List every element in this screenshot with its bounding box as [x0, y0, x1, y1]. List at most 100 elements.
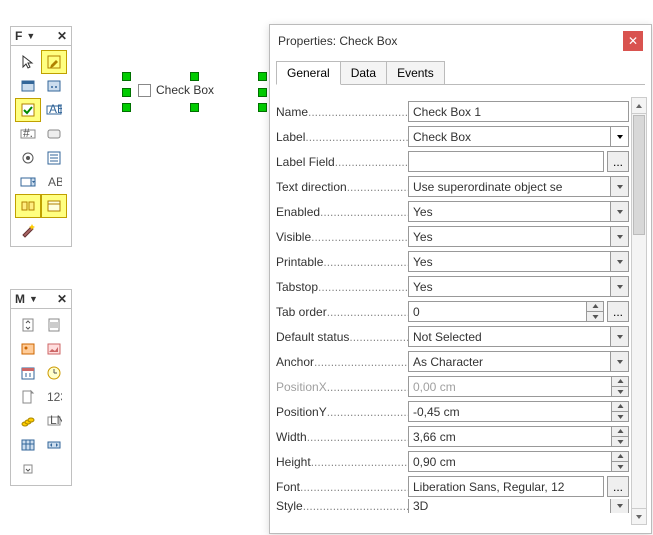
dialog-title: Properties: Check Box [278, 34, 397, 48]
dialog-titlebar[interactable]: Properties: Check Box ✕ [270, 25, 651, 57]
property-select[interactable]: Yes [408, 226, 629, 247]
property-select[interactable]: Yes [408, 276, 629, 297]
resize-handle[interactable] [258, 72, 267, 81]
resize-handle[interactable] [190, 72, 199, 81]
checkbox-box[interactable] [138, 84, 151, 97]
tab-data[interactable]: Data [340, 61, 387, 85]
ellipsis-button[interactable]: ... [607, 151, 629, 172]
more-tool[interactable] [41, 194, 67, 218]
listbox-tool[interactable] [41, 146, 67, 170]
spin-up-icon[interactable] [586, 301, 604, 311]
currency-tool[interactable] [15, 409, 41, 433]
imagebutton-tool[interactable] [15, 337, 41, 361]
extra-tool[interactable] [15, 457, 41, 481]
spin-up-icon[interactable] [611, 376, 629, 386]
spin-down-icon[interactable] [611, 386, 629, 397]
design-mode-tool[interactable] [41, 50, 67, 74]
wizard-tool[interactable] [15, 218, 41, 242]
dropdown-arrow-icon[interactable] [610, 277, 628, 296]
property-select[interactable]: 3D [408, 499, 629, 513]
spin-up-icon[interactable] [611, 401, 629, 411]
dropdown-arrow-icon[interactable] [610, 177, 628, 196]
ellipsis-button[interactable]: ... [607, 301, 629, 322]
property-select[interactable]: Not Selected [408, 326, 629, 347]
formatted-tool[interactable]: #. [15, 122, 41, 146]
spinbutton-tool[interactable] [15, 313, 41, 337]
select-value: Yes [413, 230, 606, 244]
ellipsis-button[interactable]: ... [607, 476, 629, 497]
groupbox-tool[interactable] [15, 194, 41, 218]
property-spin-input[interactable] [408, 301, 587, 322]
panel-dropdown-icon[interactable]: ▼ [29, 294, 38, 304]
dropdown-arrow-icon[interactable] [610, 352, 628, 371]
panel-header[interactable]: M ▼ ✕ [11, 290, 71, 309]
resize-handle[interactable] [122, 72, 131, 81]
dropdown-arrow-icon[interactable] [610, 227, 628, 246]
panel-close-icon[interactable]: ✕ [57, 29, 67, 43]
scroll-down-button[interactable] [632, 508, 646, 524]
spin-buttons[interactable] [611, 401, 629, 422]
dropdown-arrow-icon[interactable] [610, 327, 628, 346]
timefield-tool[interactable] [41, 361, 67, 385]
resize-handle[interactable] [258, 88, 267, 97]
resize-handle[interactable] [122, 103, 131, 112]
tab-events[interactable]: Events [386, 61, 445, 85]
select-tool[interactable] [15, 50, 41, 74]
property-select[interactable]: As Character [408, 351, 629, 372]
imagecontrol-tool[interactable] [41, 337, 67, 361]
property-select[interactable]: Check Box [408, 126, 629, 147]
form-tool[interactable] [15, 74, 41, 98]
pushbutton-tool[interactable] [41, 122, 67, 146]
form-nav-tool[interactable] [41, 74, 67, 98]
option-tool[interactable] [15, 146, 41, 170]
vertical-scrollbar[interactable] [631, 97, 647, 525]
resize-handle[interactable] [122, 88, 131, 97]
spin-up-icon[interactable] [611, 426, 629, 436]
property-label: Text direction..........................… [276, 180, 408, 194]
datefield-tool[interactable] [15, 361, 41, 385]
property-spin-input[interactable] [408, 451, 612, 472]
label-tool[interactable]: ABC [41, 170, 67, 194]
panel-close-icon[interactable]: ✕ [57, 292, 67, 306]
property-input[interactable] [408, 101, 629, 122]
textbox-tool[interactable]: ABC [41, 98, 67, 122]
dropdown-arrow-icon[interactable] [610, 499, 628, 513]
navbar-tool[interactable] [41, 433, 67, 457]
combobox-tool[interactable] [15, 170, 41, 194]
property-spin-input[interactable] [408, 426, 612, 447]
panel-dropdown-icon[interactable]: ▼ [26, 31, 35, 41]
panel-header[interactable]: F ▼ ✕ [11, 27, 71, 46]
tab-bar: General Data Events [270, 57, 651, 85]
checkbox-tool[interactable] [15, 98, 41, 122]
spin-up-icon[interactable] [611, 451, 629, 461]
dialog-close-button[interactable]: ✕ [623, 31, 643, 51]
scroll-thumb[interactable] [633, 115, 645, 235]
dropdown-arrow-icon[interactable] [610, 202, 628, 221]
spin-down-icon[interactable] [611, 411, 629, 422]
dropdown-arrow-icon[interactable] [610, 252, 628, 271]
spin-buttons[interactable] [586, 301, 604, 322]
property-spin-input[interactable] [408, 401, 612, 422]
property-input[interactable] [408, 476, 604, 497]
property-select[interactable]: Use superordinate object se [408, 176, 629, 197]
property-select[interactable]: Yes [408, 201, 629, 222]
spin-down-icon[interactable] [611, 461, 629, 472]
scroll-up-button[interactable] [632, 98, 646, 114]
tab-general[interactable]: General [276, 61, 341, 85]
spin-buttons[interactable] [611, 451, 629, 472]
resize-handle[interactable] [190, 103, 199, 112]
scrollbar-tool[interactable] [41, 313, 67, 337]
spin-buttons[interactable] [611, 426, 629, 447]
spin-buttons[interactable] [611, 376, 629, 397]
property-input[interactable] [408, 151, 604, 172]
property-select[interactable]: Yes [408, 251, 629, 272]
spin-down-icon[interactable] [586, 311, 604, 322]
spin-down-icon[interactable] [611, 436, 629, 447]
numfield-tool[interactable]: 123 [41, 385, 67, 409]
dropdown-arrow-icon[interactable] [610, 127, 628, 146]
table-tool[interactable] [15, 433, 41, 457]
checkbox-form-control[interactable]: Check Box [126, 76, 263, 108]
resize-handle[interactable] [258, 103, 267, 112]
filesel-tool[interactable] [15, 385, 41, 409]
pattern-tool[interactable]: LN [41, 409, 67, 433]
